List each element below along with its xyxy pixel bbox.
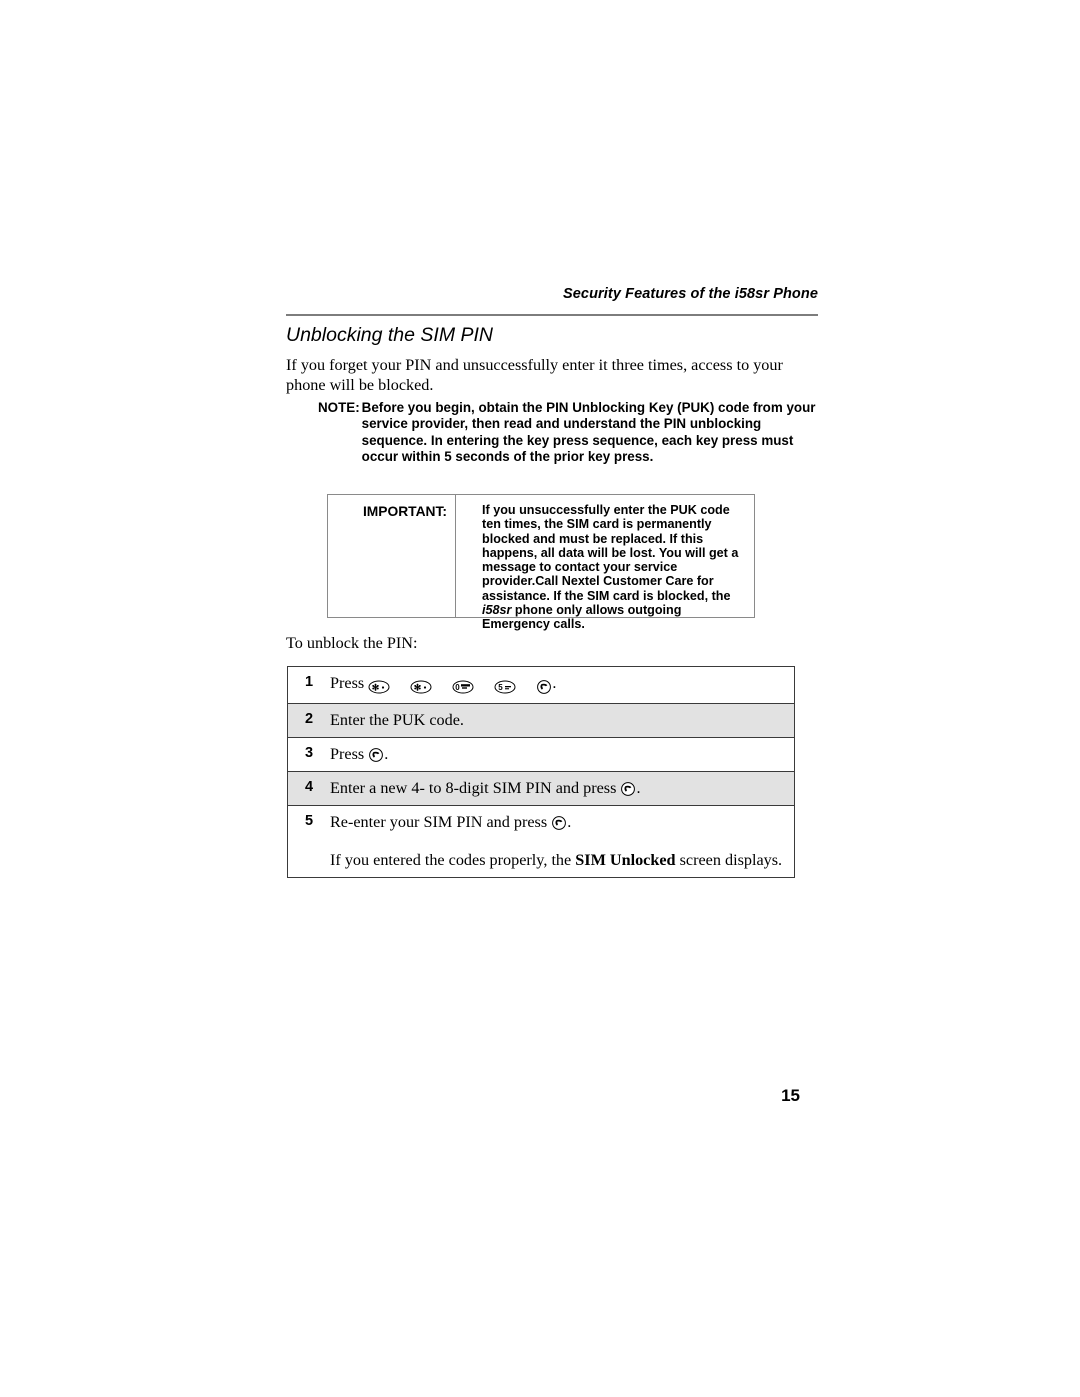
table-row: 4 Enter a new 4- to 8-digit SIM PIN and … bbox=[288, 772, 794, 806]
star-key-icon: ✻ bbox=[368, 680, 390, 694]
send-key-icon bbox=[620, 781, 636, 797]
send-key-icon bbox=[368, 747, 384, 763]
procedure-lead-in: To unblock the PIN: bbox=[286, 634, 418, 652]
svg-text:✻: ✻ bbox=[414, 683, 422, 693]
step-number: 4 bbox=[304, 779, 314, 795]
five-key-icon: 5 bbox=[494, 680, 516, 694]
section-heading: Unblocking the SIM PIN bbox=[286, 324, 494, 346]
step-text: Enter the PUK code. bbox=[330, 704, 794, 737]
step-text: Enter a new 4- to 8-digit SIM PIN and pr… bbox=[330, 772, 794, 805]
intro-paragraph: If you forget your PIN and unsuccessfull… bbox=[286, 356, 783, 394]
svg-text:5: 5 bbox=[499, 683, 504, 692]
step-text: Press ✻ ✻ 0 5 . bbox=[330, 667, 794, 703]
step-text: Press . bbox=[330, 738, 794, 771]
step-number: 2 bbox=[304, 711, 314, 727]
step-number: 3 bbox=[304, 745, 314, 761]
important-text-part1: If you unsuccessfully enter the PUK code… bbox=[482, 503, 739, 603]
page-number: 15 bbox=[781, 1086, 800, 1105]
sub-note-bold: SIM Unlocked bbox=[575, 851, 676, 869]
zero-key-icon: 0 bbox=[452, 680, 474, 694]
procedure-steps-table: 1 Press ✻ ✻ 0 5 . 2 Enter the PUK code. … bbox=[287, 666, 795, 878]
step-text-after: . bbox=[384, 745, 389, 763]
running-header-title: Security Features of the i58sr Phone bbox=[562, 286, 818, 302]
note-block: NOTE: Before you begin, obtain the PIN U… bbox=[318, 400, 818, 465]
step-text-before: Press bbox=[330, 745, 365, 763]
sub-note-after: screen displays. bbox=[675, 851, 783, 869]
important-text-part2: phone only allows outgoing Emergency cal… bbox=[482, 603, 682, 632]
important-text: If you unsuccessfully enter the PUK code… bbox=[482, 503, 746, 632]
table-row: 5 Re-enter your SIM PIN and press . If y… bbox=[288, 806, 794, 877]
step-number: 1 bbox=[304, 674, 314, 690]
svg-text:✻: ✻ bbox=[372, 683, 380, 693]
important-callout-box: IMPORTANT: If you unsuccessfully enter t… bbox=[327, 494, 755, 631]
send-key-icon bbox=[551, 815, 567, 831]
sub-note-before: If you entered the codes properly, the bbox=[330, 851, 576, 869]
table-row: 3 Press . bbox=[288, 738, 794, 772]
step-number: 5 bbox=[304, 813, 314, 829]
step-text-after: . bbox=[567, 813, 572, 831]
step-text: Re-enter your SIM PIN and press . If you… bbox=[330, 806, 794, 877]
note-text: Before you begin, obtain the PIN Unblock… bbox=[361, 400, 816, 464]
send-key-icon bbox=[536, 679, 552, 695]
document-page: Security Features of the i58sr Phone Unb… bbox=[0, 0, 1080, 1397]
step-sub-note: If you entered the codes properly, the S… bbox=[330, 850, 784, 870]
step-text-before: Enter a new 4- to 8-digit SIM PIN and pr… bbox=[330, 779, 617, 797]
table-row: 2 Enter the PUK code. bbox=[288, 704, 794, 738]
step-text-after: . bbox=[552, 674, 557, 692]
key-sequence: ✻ ✻ 0 5 bbox=[368, 676, 552, 696]
step-text-before: Re-enter your SIM PIN and press bbox=[330, 813, 548, 831]
step-text-after: . bbox=[636, 779, 641, 797]
important-model-name: i58sr bbox=[482, 603, 512, 618]
step-text-before: Press bbox=[330, 674, 365, 692]
table-row: 1 Press ✻ ✻ 0 5 . bbox=[288, 667, 794, 704]
star-key-icon: ✻ bbox=[410, 680, 432, 694]
important-label: IMPORTANT: bbox=[362, 504, 447, 519]
svg-text:0: 0 bbox=[456, 683, 461, 692]
important-text-cell: If you unsuccessfully enter the PUK code… bbox=[456, 495, 754, 631]
note-label: NOTE: bbox=[318, 400, 360, 415]
important-label-cell: IMPORTANT: bbox=[328, 495, 456, 617]
step-text-before: Enter the PUK code. bbox=[330, 711, 464, 729]
header-rule bbox=[286, 314, 818, 316]
